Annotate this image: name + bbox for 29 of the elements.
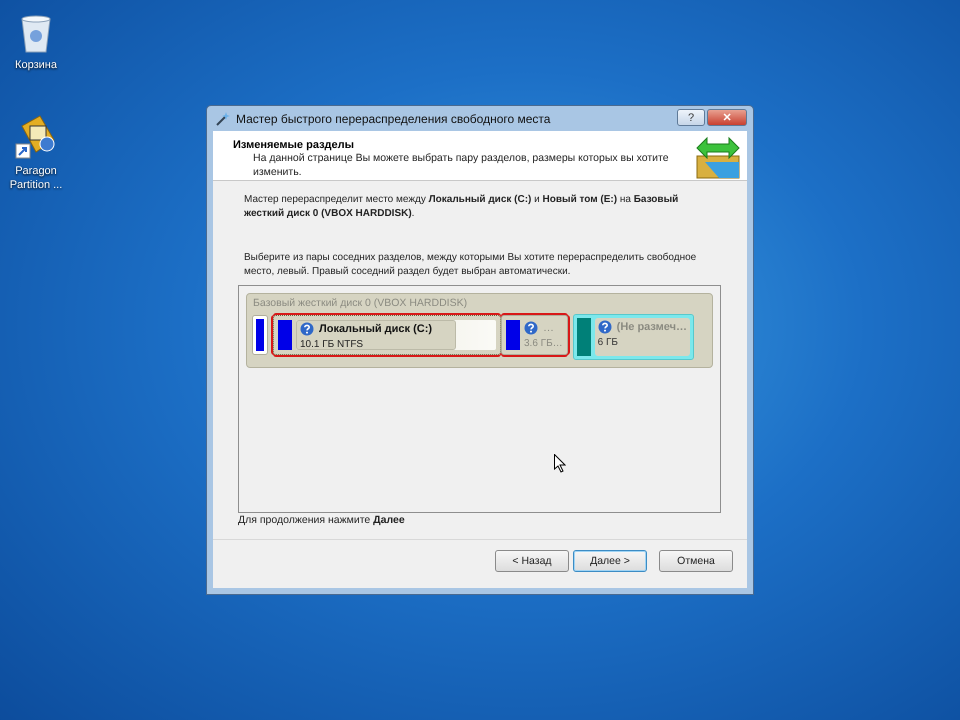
wizard-button[interactable]: < Назад: [495, 550, 569, 572]
partition-bar[interactable]: [252, 315, 268, 355]
help-icon: [300, 322, 314, 336]
wizard-button[interactable]: Далее >: [573, 550, 647, 572]
resize-arrows-icon: [695, 134, 741, 180]
desktop-icon-label[interactable]: Корзина: [15, 58, 57, 72]
wizard-wand-icon: [215, 110, 231, 126]
partition-name: (Не размеч…: [616, 321, 687, 333]
desktop-icon-label[interactable]: Paragon Partition ...: [4, 164, 68, 192]
continue-hint: Для продолжения нажмите Далее: [238, 513, 406, 527]
recycle-bin-icon: [19, 14, 53, 54]
partition-size: 3.6 ГБ…: [524, 338, 563, 349]
intro-text: Мастер перераспределит место между Локальный диск (C:) и Новый том (E:) на Базовый жесткий диск 0 (VBOX HARDDISK).: [244, 193, 680, 221]
mouse-pointer-icon: [554, 454, 566, 473]
partition-size: 10.1 ГБ NTFS: [300, 339, 364, 350]
wizard-button[interactable]: Отмена: [659, 550, 733, 572]
window-title: Мастер быстрого перераспределения свободного места: [236, 112, 552, 126]
partition-tile[interactable]: (Не размеч… 6 ГБ: [572, 314, 694, 360]
instruction-text: Выберите из пары соседних разделов, между которыми Вы хотите перераспределить свободное место, левый. Правый соседний раздел будет выбран автоматически.: [244, 251, 698, 279]
help-button[interactable]: ?: [677, 109, 705, 126]
help-icon: [524, 321, 538, 335]
help-icon: [598, 320, 612, 334]
partition-tile[interactable]: Локальный диск (C:) 10.1 ГБ NTFS: [273, 315, 501, 355]
disk-title: Базовый жесткий диск 0 (VBOX HARDDISK): [252, 297, 468, 309]
partition-name: …: [543, 322, 554, 334]
partition-size: 6 ГБ: [598, 337, 619, 348]
partition-name: Локальный диск (C:): [319, 323, 432, 335]
page-title: Изменяемые разделы: [233, 139, 356, 151]
page-description: На данной странице Вы можете выбрать пару разделов, размеры которых вы хотите изменить.: [252, 151, 670, 179]
